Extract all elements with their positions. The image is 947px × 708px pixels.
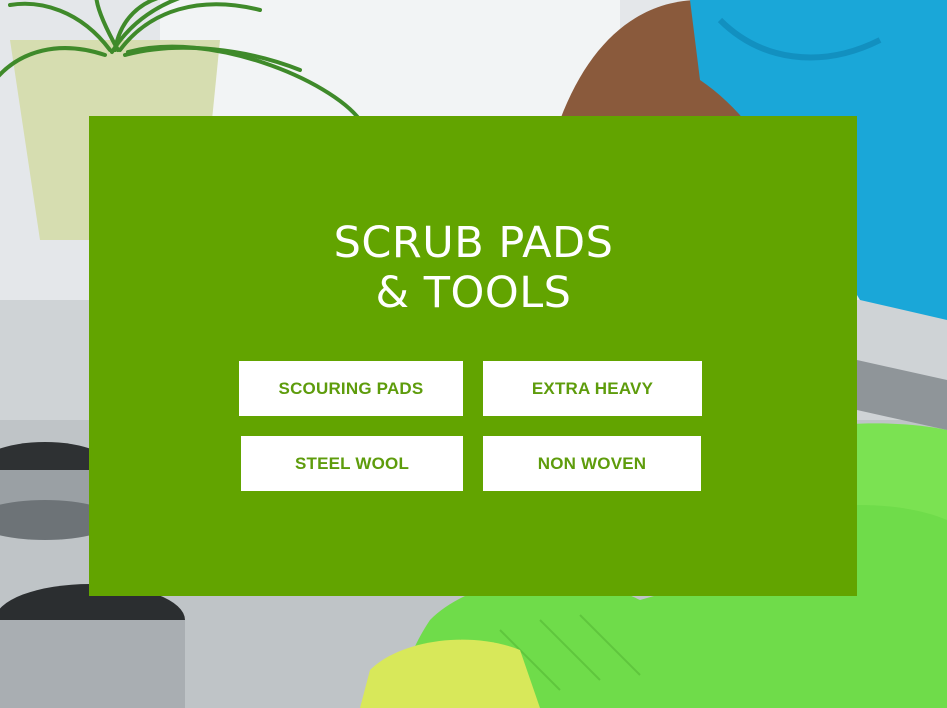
- section-title-line2: & TOOLS: [375, 268, 572, 318]
- hero-section: SCRUB PADS & TOOLS SCOURING PADS EXTRA H…: [0, 0, 947, 708]
- section-title: SCRUB PADS & TOOLS: [0, 218, 947, 318]
- non-woven-button[interactable]: NON WOVEN: [483, 436, 701, 491]
- category-panel: [89, 116, 857, 596]
- scouring-pads-button[interactable]: SCOURING PADS: [239, 361, 463, 416]
- steel-wool-button[interactable]: STEEL WOOL: [241, 436, 463, 491]
- extra-heavy-button[interactable]: EXTRA HEAVY: [483, 361, 702, 416]
- section-title-line1: SCRUB PADS: [333, 218, 614, 268]
